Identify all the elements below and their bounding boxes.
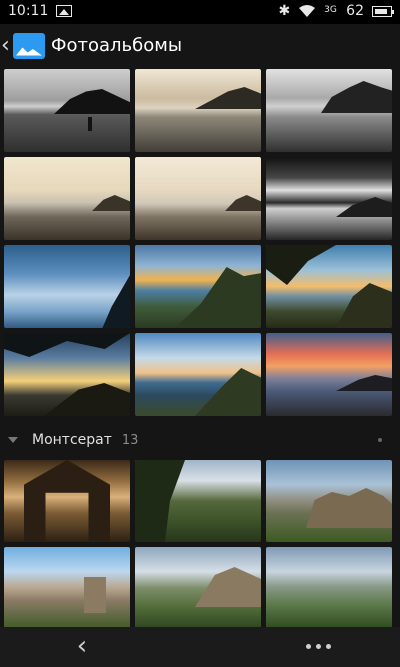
battery-icon [372,5,394,17]
photo-thumbnail[interactable] [135,157,261,240]
photo-thumbnail[interactable] [4,157,130,240]
wifi-icon [299,5,316,17]
photo-thumbnail[interactable] [266,157,392,240]
album-count: 13 [121,432,139,448]
photo-thumbnail[interactable] [266,333,392,416]
photo-thumbnail[interactable] [266,547,392,629]
navigation-bar: ‹ [0,627,400,667]
page-title: Фотоальбомы [51,35,183,56]
network-type: 3G [324,5,337,15]
photo-thumbnail[interactable] [4,460,130,542]
photo-thumbnail[interactable] [135,333,261,416]
photo-thumbnail[interactable] [135,547,261,629]
up-chevron-icon[interactable]: ‹ [1,34,13,56]
album-section-header[interactable]: Монтсерат 13 [0,425,400,455]
signal-icon: 3G [324,4,338,18]
album-title: Монтсерат [32,432,112,448]
album-grid [4,69,392,416]
battery-percent: 62 [346,3,364,19]
gallery-logo-icon[interactable] [13,32,45,59]
status-icons: ✱ 3G 62 [278,3,394,19]
status-time: 10:11 [8,3,49,19]
photo-thumbnail[interactable] [4,547,130,629]
bluetooth-icon: ✱ [278,3,291,19]
image-notification-icon [56,5,72,17]
collapse-caret-icon[interactable] [8,437,18,443]
photo-thumbnail[interactable] [266,69,392,152]
photo-thumbnail[interactable] [135,69,261,152]
photo-thumbnail[interactable] [135,245,261,328]
section-indicator-dot [378,438,382,442]
photo-thumbnail[interactable] [266,460,392,542]
status-bar: 10:11 ✱ 3G 62 [0,0,400,24]
back-arrow-icon[interactable]: ‹ [70,633,94,659]
photo-thumbnail[interactable] [4,69,130,152]
photo-thumbnail[interactable] [135,460,261,542]
photo-thumbnail[interactable] [4,245,130,328]
photo-thumbnail[interactable] [4,333,130,416]
album-grid-montserrat [4,460,392,629]
app-bar: ‹ Фотоальбомы [0,24,400,67]
more-dots-icon[interactable] [306,644,331,649]
photo-thumbnail[interactable] [266,245,392,328]
